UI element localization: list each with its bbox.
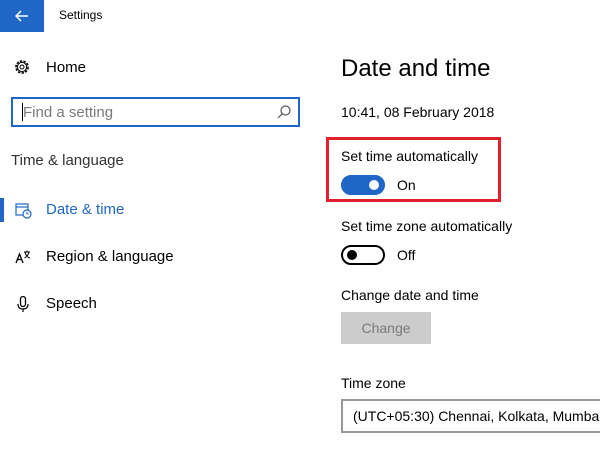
microphone-icon [13,294,33,314]
back-button[interactable] [0,0,44,32]
title-bar: Settings [0,0,600,32]
selection-indicator [0,198,4,222]
sidebar-item-region-language[interactable]: Region & language [0,242,300,272]
change-date-label: Change date and time [341,287,479,303]
set-time-auto-state: On [397,177,416,193]
change-button[interactable]: Change [341,312,431,344]
language-icon [13,247,33,267]
timezone-label: Time zone [341,375,406,391]
nav-home-label: Home [46,58,87,76]
search-input[interactable] [13,99,273,125]
sidebar-item-label: Speech [46,295,97,312]
set-time-auto-label: Set time automatically [341,148,478,164]
window-title: Settings [59,8,103,22]
search-icon[interactable] [276,104,292,120]
back-arrow-icon [15,10,28,22]
set-timezone-auto-toggle[interactable] [341,245,385,265]
gear-icon [12,57,32,77]
toggle-knob [369,180,379,190]
section-label: Time & language [11,152,124,169]
nav-home[interactable]: Home [12,55,86,79]
timezone-dropdown[interactable]: (UTC+05:30) Chennai, Kolkata, Mumbai, Ne… [341,399,600,433]
page-title: Date and time [341,55,491,82]
sidebar-item-label: Date & time [46,201,125,218]
set-timezone-auto-state: Off [397,247,416,263]
sidebar-item-date-time[interactable]: Date & time [0,195,300,225]
sidebar-item-label: Region & language [46,248,174,265]
text-caret [22,103,23,121]
search-box[interactable] [11,97,300,127]
current-time: 10:41, 08 February 2018 [341,104,495,120]
sidebar-item-speech[interactable]: Speech [0,289,300,319]
set-time-auto-toggle[interactable] [341,175,385,195]
toggle-knob [347,250,357,260]
set-timezone-auto-label: Set time zone automatically [341,218,513,234]
timezone-value: (UTC+05:30) Chennai, Kolkata, Mumbai, Ne… [353,408,600,424]
calendar-clock-icon [13,200,33,220]
